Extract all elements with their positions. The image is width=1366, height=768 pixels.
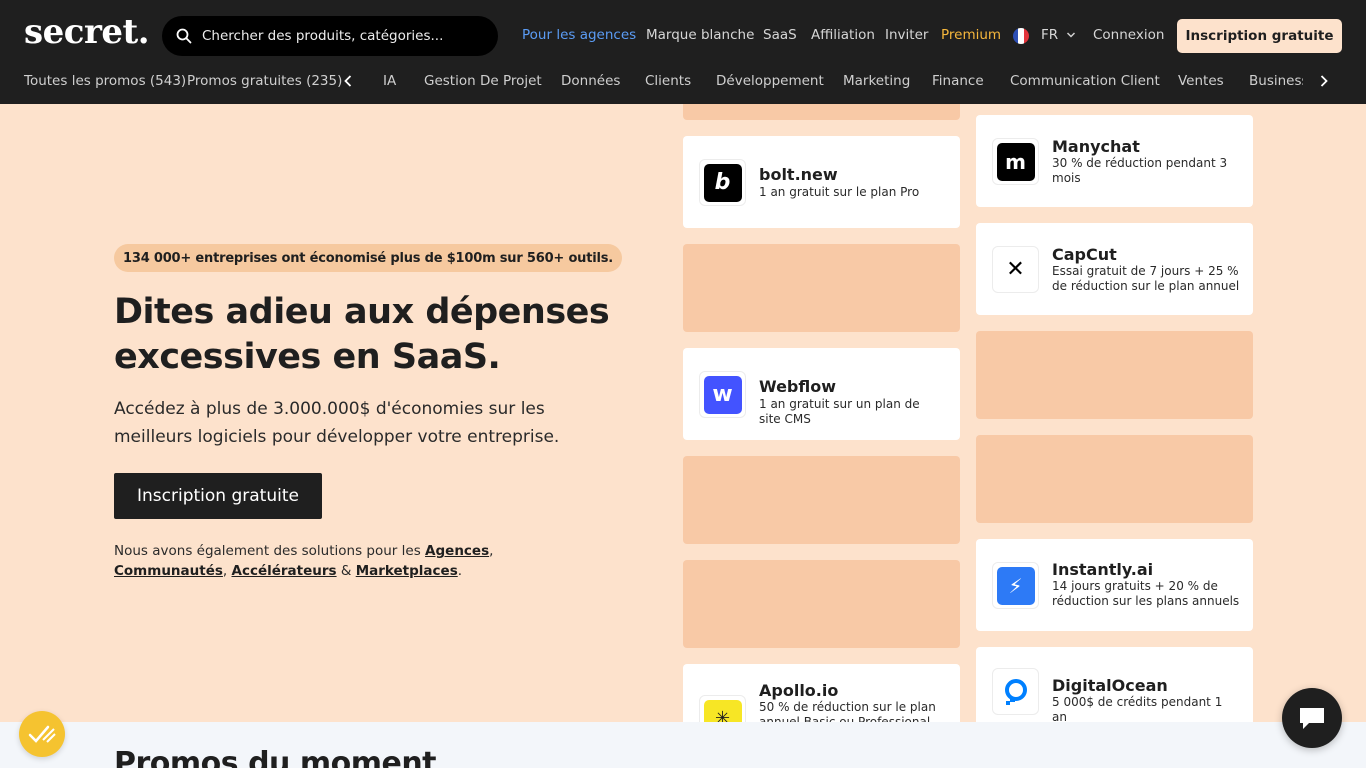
signup-button-header[interactable]: Inscription gratuite: [1177, 19, 1342, 53]
note-separator: ,: [489, 543, 494, 559]
deal-card-offer: 1 an gratuit sur un plan de site CMS: [759, 397, 920, 426]
deal-card-placeholder: [683, 456, 960, 544]
nav-invite-link[interactable]: Inviter: [885, 27, 928, 45]
category-item[interactable]: Ventes: [1178, 73, 1224, 89]
digitalocean-icon: [1004, 678, 1027, 705]
category-item[interactable]: Données: [561, 73, 620, 89]
solutions-note: Nous avons également des solutions pour …: [114, 541, 534, 581]
deal-card-name: Instantly.ai: [1052, 560, 1154, 579]
search-input[interactable]: [202, 28, 482, 44]
deal-card-offer: 50 % de réduction sur le plan annuel Bas…: [759, 700, 936, 722]
deal-card-placeholder: [976, 331, 1253, 419]
note-prefix: Nous avons également des solutions pour …: [114, 543, 426, 559]
capcut-logo: ✕: [992, 246, 1039, 293]
section-title: Promos du moment: [114, 746, 437, 768]
deal-card-capcut[interactable]: ✕ CapCut Essai gratuit de 7 jours + 25 %…: [976, 223, 1253, 315]
site-logo[interactable]: secret.: [24, 12, 150, 52]
category-free-promos[interactable]: Promos gratuites (235): [187, 73, 342, 89]
nav-agencies-link[interactable]: Pour les agences: [522, 27, 636, 45]
webflow-icon: w: [703, 375, 742, 414]
chevron-left-icon[interactable]: [342, 74, 354, 88]
digitalocean-logo: [992, 668, 1039, 715]
apollo-logo: ✳: [699, 695, 746, 722]
agencies-link[interactable]: Agences: [425, 543, 489, 559]
page-title: Dites adieu aux dépenses excessives en S…: [114, 292, 610, 377]
nav-affiliation-link[interactable]: Affiliation: [811, 27, 875, 45]
deal-card-placeholder: [683, 104, 960, 120]
capcut-icon: ✕: [996, 250, 1035, 289]
top-navigation: secret. Pour les agences Marque blanche …: [0, 0, 1366, 104]
lightning-icon: ⚡: [996, 566, 1035, 605]
webflow-logo: w: [699, 371, 746, 418]
nav-saas-link[interactable]: SaaS: [763, 27, 797, 45]
category-item[interactable]: Clients: [645, 73, 691, 89]
bolt-icon: b: [703, 163, 742, 202]
communities-link[interactable]: Communautés: [114, 563, 223, 579]
deal-card-placeholder: [683, 560, 960, 648]
deal-card-manychat[interactable]: m Manychat 30 % de réduction pendant 3 m…: [976, 115, 1253, 207]
deal-card-instantly[interactable]: ⚡ Instantly.ai 14 jours gratuits + 20 % …: [976, 539, 1253, 631]
note-end: .: [457, 563, 463, 579]
category-item[interactable]: Communication Client: [1010, 73, 1160, 89]
deal-card-digitalocean[interactable]: DigitalOcean 5 000$ de crédits pendant 1…: [976, 647, 1253, 722]
deal-card-offer: 1 an gratuit sur le plan Pro: [759, 185, 920, 199]
category-item[interactable]: Marketing: [843, 73, 910, 89]
deal-card-name: bolt.new: [759, 165, 838, 184]
deal-card-offer: 14 jours gratuits + 20 % de réduction su…: [1052, 579, 1240, 608]
deal-card-name: Apollo.io: [759, 681, 839, 700]
deal-card-offer: 30 % de réduction pendant 3 mois: [1052, 156, 1228, 185]
deal-card-placeholder: [683, 244, 960, 332]
deals-section: Promos du moment: [0, 722, 1366, 768]
note-separator: ,: [222, 563, 232, 579]
deal-card-placeholder: [976, 435, 1253, 523]
chevron-right-icon[interactable]: [1318, 74, 1330, 88]
search-bar[interactable]: [162, 16, 498, 56]
category-item[interactable]: Développement: [716, 73, 824, 89]
france-flag-icon[interactable]: [1013, 28, 1029, 44]
nav-premium-link[interactable]: Premium: [941, 27, 1001, 45]
signup-button-hero[interactable]: Inscription gratuite: [114, 473, 322, 519]
check-badge-icon[interactable]: [19, 711, 65, 757]
category-item[interactable]: Finance: [932, 73, 984, 89]
category-all-promos[interactable]: Toutes les promos (543): [24, 73, 186, 89]
chat-icon[interactable]: [1282, 688, 1342, 748]
deal-card-name: Manychat: [1052, 137, 1140, 156]
manychat-icon: m: [996, 142, 1035, 181]
marketplaces-link[interactable]: Marketplaces: [356, 563, 458, 579]
stats-badge: 134 000+ entreprises ont économisé plus …: [114, 244, 623, 272]
login-link[interactable]: Connexion: [1093, 27, 1164, 45]
hero-subtitle: Accédez à plus de 3.000.000$ d'économies…: [114, 399, 560, 447]
manychat-logo: m: [992, 138, 1039, 185]
deal-card-webflow[interactable]: w Webflow 1 an gratuit sur un plan de si…: [683, 348, 960, 440]
deal-card-name: CapCut: [1052, 245, 1117, 264]
category-item[interactable]: Gestion De Projet: [424, 73, 542, 89]
note-separator: &: [336, 563, 356, 579]
search-icon: [176, 28, 192, 44]
bolt-logo: b: [699, 159, 746, 206]
deal-card-bolt[interactable]: b bolt.new 1 an gratuit sur le plan Pro: [683, 136, 960, 228]
deal-card-apollo[interactable]: ✳ Apollo.io 50 % de réduction sur le pla…: [683, 664, 960, 722]
accelerators-link[interactable]: Accélérateurs: [232, 563, 337, 579]
nav-white-label-link[interactable]: Marque blanche: [646, 27, 754, 45]
instantly-logo: ⚡: [992, 562, 1039, 609]
language-selector[interactable]: FR: [1041, 27, 1058, 45]
category-item[interactable]: IA: [383, 73, 396, 89]
deal-card-offer: 5 000$ de crédits pendant 1 an: [1052, 695, 1223, 722]
apollo-icon: ✳: [703, 699, 742, 722]
chevron-down-icon[interactable]: [1066, 30, 1076, 40]
deal-card-name: Webflow: [759, 377, 837, 396]
deal-card-offer: Essai gratuit de 7 jours + 25 % de réduc…: [1052, 264, 1240, 293]
deal-card-name: DigitalOcean: [1052, 676, 1168, 695]
category-item[interactable]: Business: [1249, 73, 1303, 89]
